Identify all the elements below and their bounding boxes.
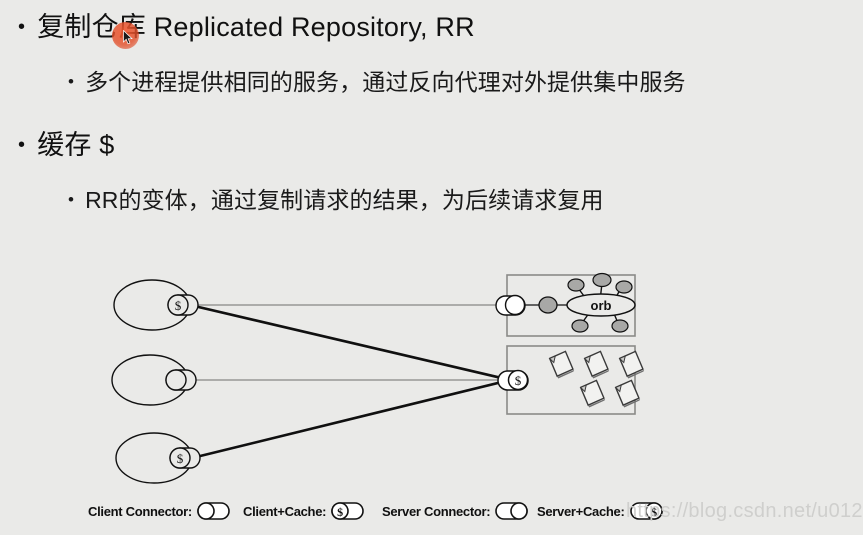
orb-hub-node <box>538 296 558 314</box>
legend-label: Client+Cache: <box>243 503 327 519</box>
cache-dollar-symbol: $ <box>175 298 182 313</box>
bullet-marker-icon: • <box>68 72 75 91</box>
diagram-legend: Client Connector: Client+Cache: $ Server… <box>0 498 863 528</box>
legend-item-client-connector: Client Connector: <box>88 501 231 521</box>
orb-label: orb <box>591 298 612 313</box>
svg-text:$: $ <box>337 505 343 519</box>
server-connector-circle <box>504 294 526 316</box>
legend-item-server-connector: Server Connector: <box>382 501 529 521</box>
orb-satellite <box>611 319 629 333</box>
server-connector-icon <box>495 501 529 521</box>
cache-dollar-symbol: $ <box>177 451 184 466</box>
bullet-level1-cache: • 缓存 $ <box>18 128 115 162</box>
bullet-marker-icon: • <box>18 16 26 38</box>
server-cache-icon: $ <box>629 501 664 521</box>
bullet-level2-replicated-repository-detail: • 多个进程提供相同的服务，通过反向代理对外提供集中服务 <box>68 67 686 97</box>
bullet-text: 缓存 $ <box>37 130 115 160</box>
client-connector-icon <box>197 501 231 521</box>
bullet-level1-replicated-repository: • 复制仓库 Replicated Repository, RR <box>18 10 475 44</box>
bullet-text: 复制仓库 Replicated Repository, RR <box>37 12 475 42</box>
link-client-bottom-thick <box>191 378 511 460</box>
link-client-top-thick <box>189 303 511 382</box>
client-top[interactable]: $ <box>113 279 199 331</box>
bullet-marker-icon: • <box>68 190 75 209</box>
orb-satellite <box>615 280 633 294</box>
server-cache[interactable]: $ <box>497 345 645 415</box>
orb-satellite <box>567 278 585 292</box>
connection-lines <box>188 303 511 460</box>
orb-satellite <box>592 272 612 288</box>
server-orb[interactable]: orb <box>495 272 636 337</box>
svg-text:$: $ <box>651 505 657 519</box>
bullet-text: RR的变体，通过复制请求的结果，为后续请求复用 <box>85 187 604 213</box>
client-connector-circle <box>165 369 187 391</box>
orb-satellite <box>571 319 589 333</box>
legend-item-server-cache: Server+Cache: $ <box>537 501 664 521</box>
legend-label: Server Connector: <box>382 503 491 519</box>
legend-item-client-cache: Client+Cache: $ <box>243 501 365 521</box>
legend-label: Client Connector: <box>88 503 192 519</box>
architecture-diagram: $ $ orb $ <box>0 255 863 495</box>
legend-label: Server+Cache: <box>537 503 625 519</box>
bullet-text: 多个进程提供相同的服务，通过反向代理对外提供集中服务 <box>85 69 686 95</box>
client-cache-icon: $ <box>331 501 365 521</box>
client-middle[interactable] <box>111 354 197 406</box>
client-bottom[interactable]: $ <box>115 432 201 484</box>
bullet-marker-icon: • <box>18 134 26 156</box>
bullet-level2-cache-detail: • RR的变体，通过复制请求的结果，为后续请求复用 <box>68 185 604 215</box>
cache-dollar-symbol: $ <box>515 373 522 388</box>
